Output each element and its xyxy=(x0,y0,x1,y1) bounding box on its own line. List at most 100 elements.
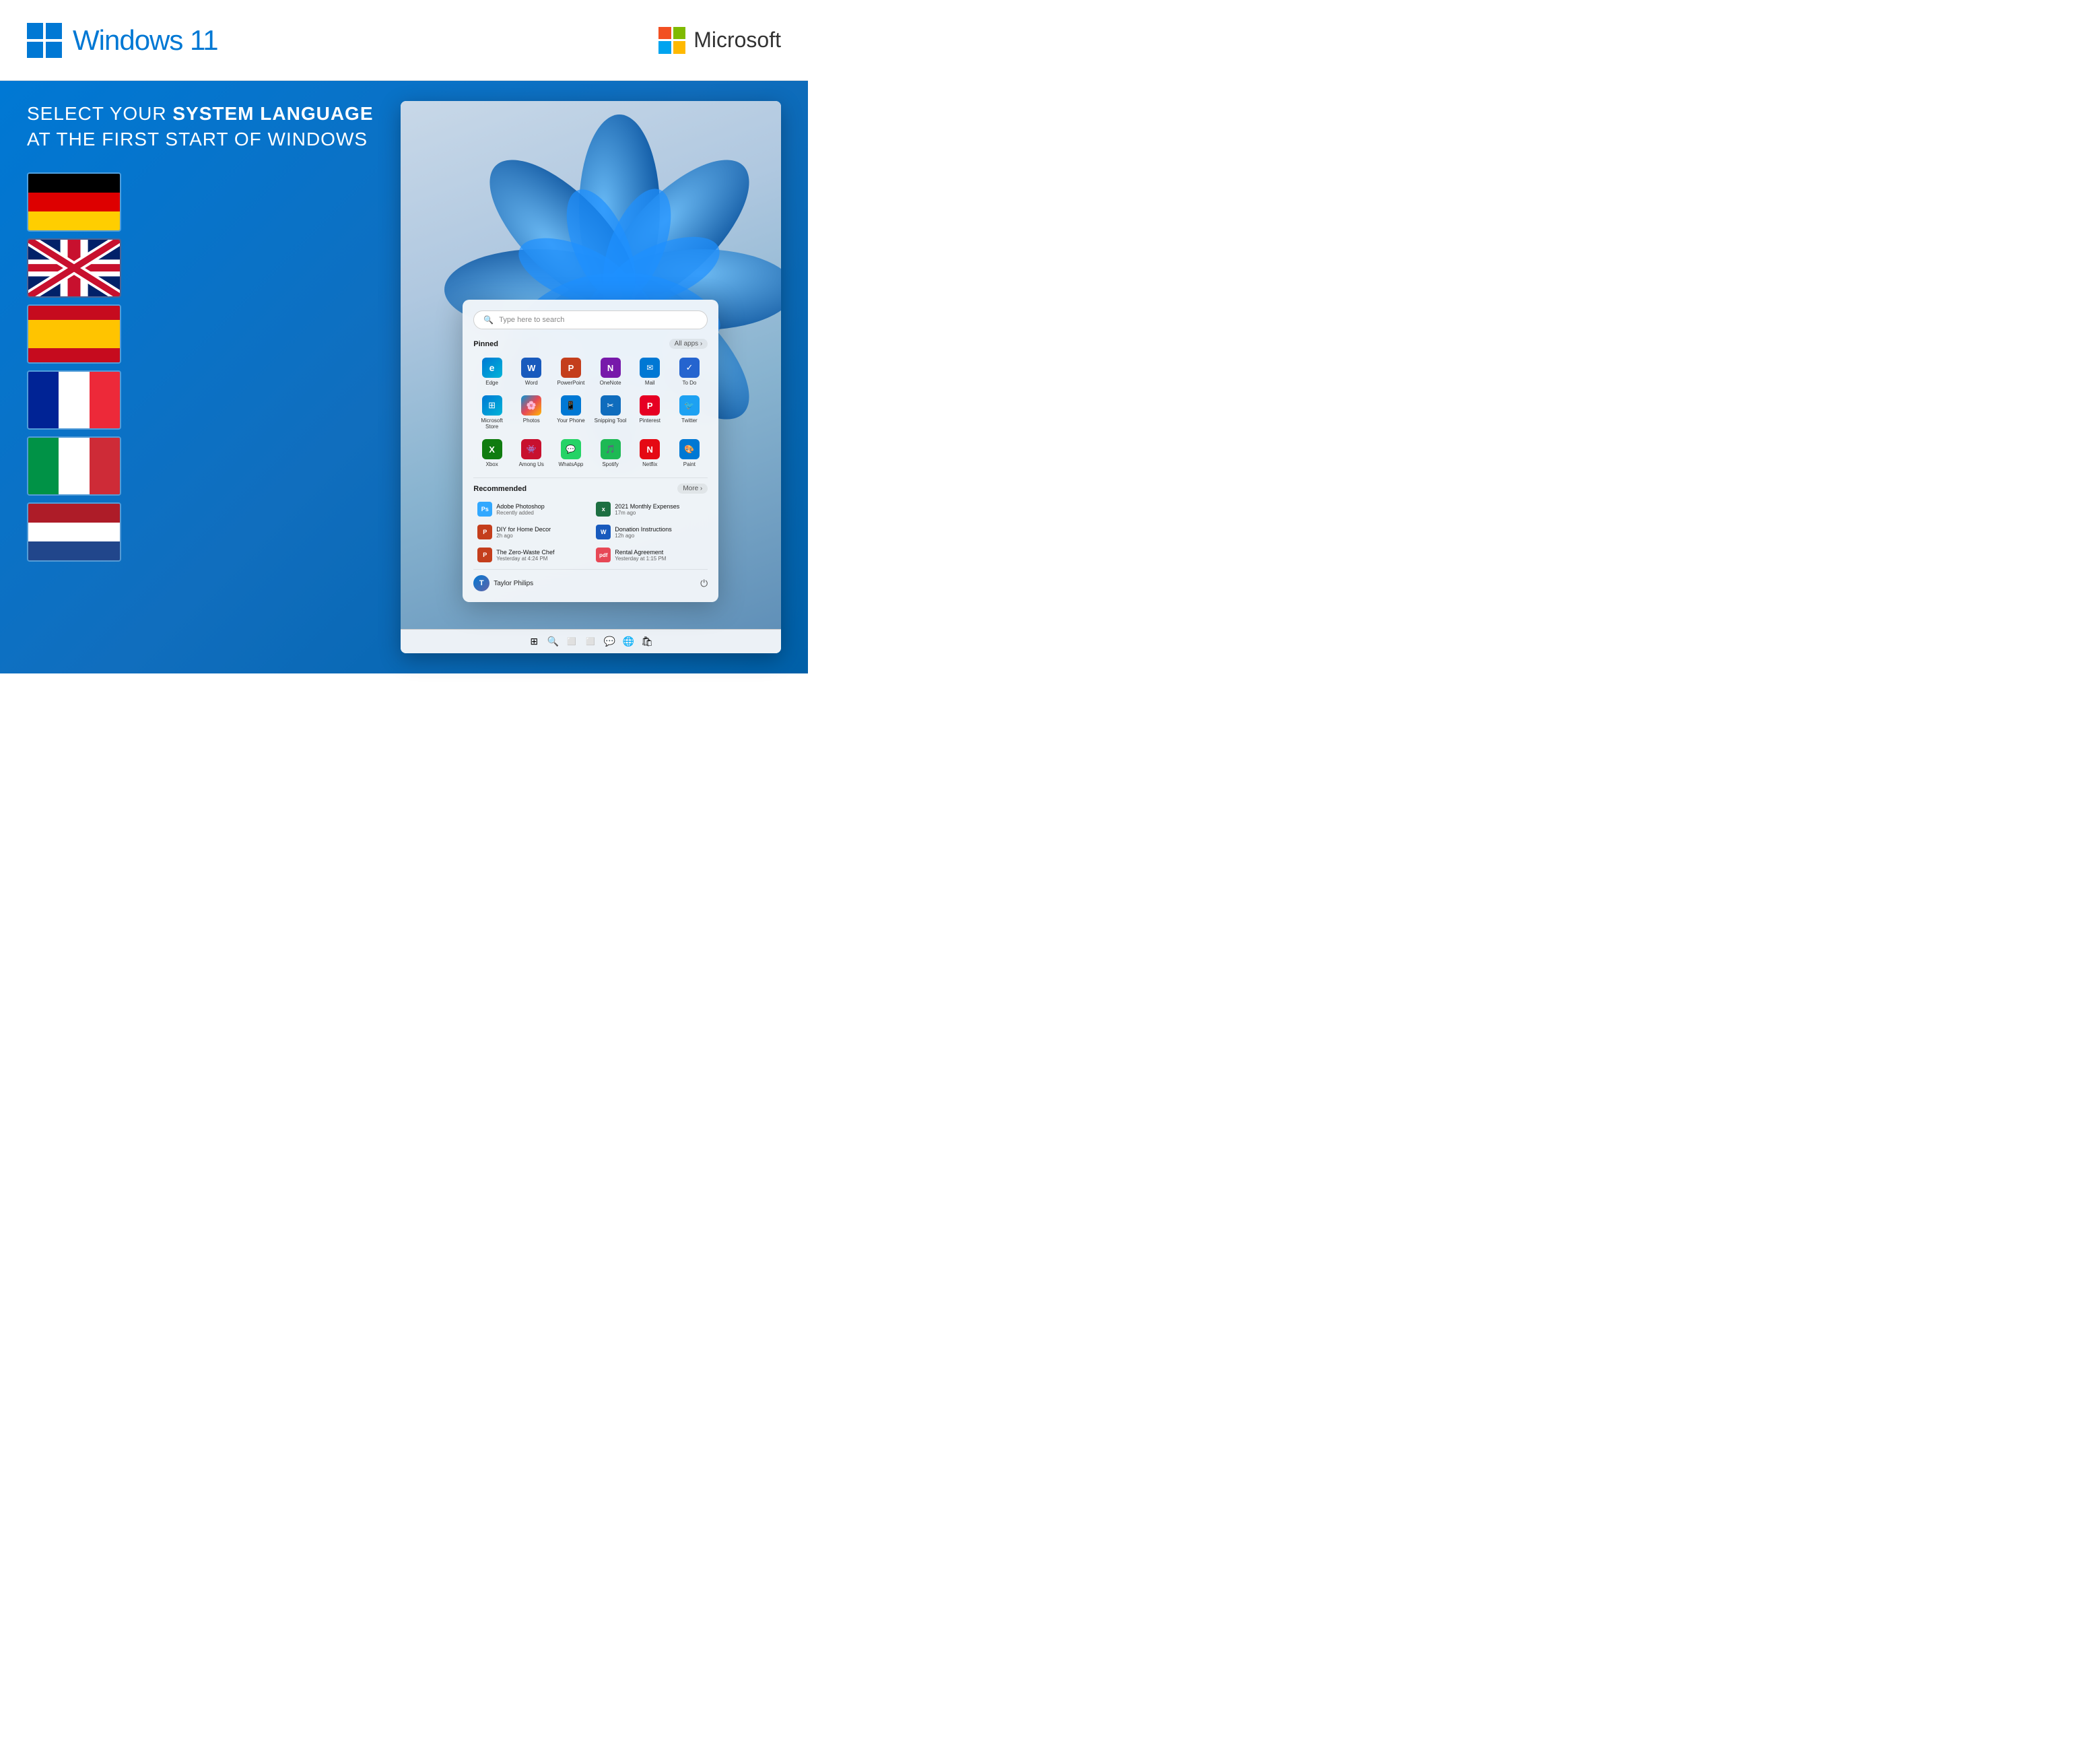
mail-icon: ✉ xyxy=(640,358,660,378)
rental-time: Yesterday at 1:15 PM xyxy=(615,556,666,562)
flag-netherlands[interactable] xyxy=(27,502,121,562)
rec-donation[interactable]: W Donation Instructions 12h ago xyxy=(592,522,708,542)
rec-expenses[interactable]: x 2021 Monthly Expenses 17m ago xyxy=(592,499,708,519)
among-us-icon: 👾 xyxy=(521,439,541,459)
app-pinterest[interactable]: P Pinterest xyxy=(632,392,669,433)
diy-icon: P xyxy=(477,525,492,539)
app-netflix[interactable]: N Netflix xyxy=(632,436,669,471)
flag-italy[interactable] xyxy=(27,436,121,496)
app-whatsapp[interactable]: 💬 WhatsApp xyxy=(553,436,590,471)
yourphone-icon: 📱 xyxy=(561,395,581,416)
microsoft-title: Microsoft xyxy=(693,28,781,53)
power-button[interactable]: ⏻ xyxy=(700,578,708,589)
app-word[interactable]: W Word xyxy=(513,354,550,389)
edge-icon: e xyxy=(482,358,502,378)
among-us-label: Among Us xyxy=(519,461,544,467)
windows-logo: Windows 11 xyxy=(27,23,218,58)
taskbar-store[interactable]: 🛍 xyxy=(640,634,654,649)
donation-name: Donation Instructions xyxy=(615,526,672,533)
paint-label: Paint xyxy=(683,461,696,467)
powerpoint-label: PowerPoint xyxy=(557,380,584,386)
snipping-icon: ✂ xyxy=(601,395,621,416)
pinned-section: Pinned All apps › e Edge W Word xyxy=(473,339,708,471)
app-paint[interactable]: 🎨 Paint xyxy=(671,436,708,471)
microsoft-logo: Microsoft xyxy=(658,27,781,54)
rec-photoshop[interactable]: Ps Adobe Photoshop Recently added xyxy=(473,499,589,519)
powerpoint-icon: P xyxy=(561,358,581,378)
onenote-icon: N xyxy=(601,358,621,378)
app-yourphone[interactable]: 📱 Your Phone xyxy=(553,392,590,433)
mail-label: Mail xyxy=(645,380,655,386)
zerowaste-time: Yesterday at 4:24 PM xyxy=(496,556,554,562)
search-bar[interactable]: 🔍 Type here to search xyxy=(473,310,708,329)
msstore-icon: ⊞ xyxy=(482,395,502,416)
user-info[interactable]: T Taylor Philips xyxy=(473,575,533,591)
word-label: Word xyxy=(525,380,538,386)
app-xbox[interactable]: X Xbox xyxy=(473,436,510,471)
xbox-label: Xbox xyxy=(485,461,498,467)
taskbar-start[interactable]: ⊞ xyxy=(527,634,541,649)
pinterest-label: Pinterest xyxy=(639,418,661,424)
search-icon: 🔍 xyxy=(483,315,494,325)
diy-time: 2h ago xyxy=(496,533,551,539)
taskbar-search[interactable]: 🔍 xyxy=(545,634,560,649)
rec-diy[interactable]: P DIY for Home Decor 2h ago xyxy=(473,522,589,542)
app-onenote[interactable]: N OneNote xyxy=(592,354,629,389)
all-apps-button[interactable]: All apps › xyxy=(669,339,708,349)
diy-name: DIY for Home Decor xyxy=(496,526,551,533)
netflix-label: Netflix xyxy=(642,461,657,467)
app-todo[interactable]: ✓ To Do xyxy=(671,354,708,389)
taskbar: ⊞ 🔍 ⬜ ⬜ 💬 🌐 🛍 xyxy=(401,629,781,653)
start-menu: 🔍 Type here to search Pinned All apps › … xyxy=(463,300,718,602)
zerowaste-icon: P xyxy=(477,548,492,562)
app-photos[interactable]: 🌸 Photos xyxy=(513,392,550,433)
app-edge[interactable]: e Edge xyxy=(473,354,510,389)
app-msstore[interactable]: ⊞ Microsoft Store xyxy=(473,392,510,433)
expenses-time: 17m ago xyxy=(615,510,679,516)
expenses-icon: x xyxy=(596,502,611,517)
donation-time: 12h ago xyxy=(615,533,672,539)
taskbar-widgets[interactable]: ⬜ xyxy=(583,634,598,649)
flag-german[interactable] xyxy=(27,172,121,232)
photos-label: Photos xyxy=(523,418,540,424)
twitter-icon: 🐦 xyxy=(679,395,700,416)
app-twitter[interactable]: 🐦 Twitter xyxy=(671,392,708,433)
app-spotify[interactable]: 🎵 Spotify xyxy=(592,436,629,471)
word-icon: W xyxy=(521,358,541,378)
taskbar-chat[interactable]: 💬 xyxy=(602,634,617,649)
paint-icon: 🎨 xyxy=(679,439,700,459)
taskbar-taskview[interactable]: ⬜ xyxy=(564,634,579,649)
desktop: 🔍 Type here to search Pinned All apps › … xyxy=(401,101,781,629)
headline: SELECT YOUR SYSTEM LANGUAGEAT THE FIRST … xyxy=(27,101,374,152)
rental-icon: pdf xyxy=(596,548,611,562)
more-button[interactable]: More › xyxy=(677,484,708,494)
expenses-name: 2021 Monthly Expenses xyxy=(615,503,679,510)
flag-uk[interactable] xyxy=(27,238,121,298)
user-name: Taylor Philips xyxy=(494,580,533,587)
flag-spain[interactable] xyxy=(27,304,121,364)
left-panel: SELECT YOUR SYSTEM LANGUAGEAT THE FIRST … xyxy=(27,101,374,653)
photoshop-icon: Ps xyxy=(477,502,492,517)
user-bar: T Taylor Philips ⏻ xyxy=(473,569,708,591)
netflix-icon: N xyxy=(640,439,660,459)
todo-label: To Do xyxy=(682,380,696,386)
rec-rental[interactable]: pdf Rental Agreement Yesterday at 1:15 P… xyxy=(592,545,708,565)
donation-icon: W xyxy=(596,525,611,539)
blue-section: SELECT YOUR SYSTEM LANGUAGEAT THE FIRST … xyxy=(0,81,808,673)
app-mail[interactable]: ✉ Mail xyxy=(632,354,669,389)
windows-grid-icon xyxy=(27,23,62,58)
microsoft-grid-icon xyxy=(658,27,685,54)
onenote-label: OneNote xyxy=(600,380,621,386)
app-snipping[interactable]: ✂ Snipping Tool xyxy=(592,392,629,433)
app-powerpoint[interactable]: P PowerPoint xyxy=(553,354,590,389)
recommended-grid: Ps Adobe Photoshop Recently added x 2021… xyxy=(473,499,708,565)
recommended-section: Recommended More › Ps Adobe Photoshop Re… xyxy=(473,477,708,565)
taskbar-edge[interactable]: 🌐 xyxy=(621,634,636,649)
xbox-icon: X xyxy=(482,439,502,459)
flag-france[interactable] xyxy=(27,370,121,430)
app-among-us[interactable]: 👾 Among Us xyxy=(513,436,550,471)
rec-zerowaste[interactable]: P The Zero-Waste Chef Yesterday at 4:24 … xyxy=(473,545,589,565)
whatsapp-label: WhatsApp xyxy=(558,461,583,467)
pinterest-icon: P xyxy=(640,395,660,416)
twitter-label: Twitter xyxy=(681,418,698,424)
